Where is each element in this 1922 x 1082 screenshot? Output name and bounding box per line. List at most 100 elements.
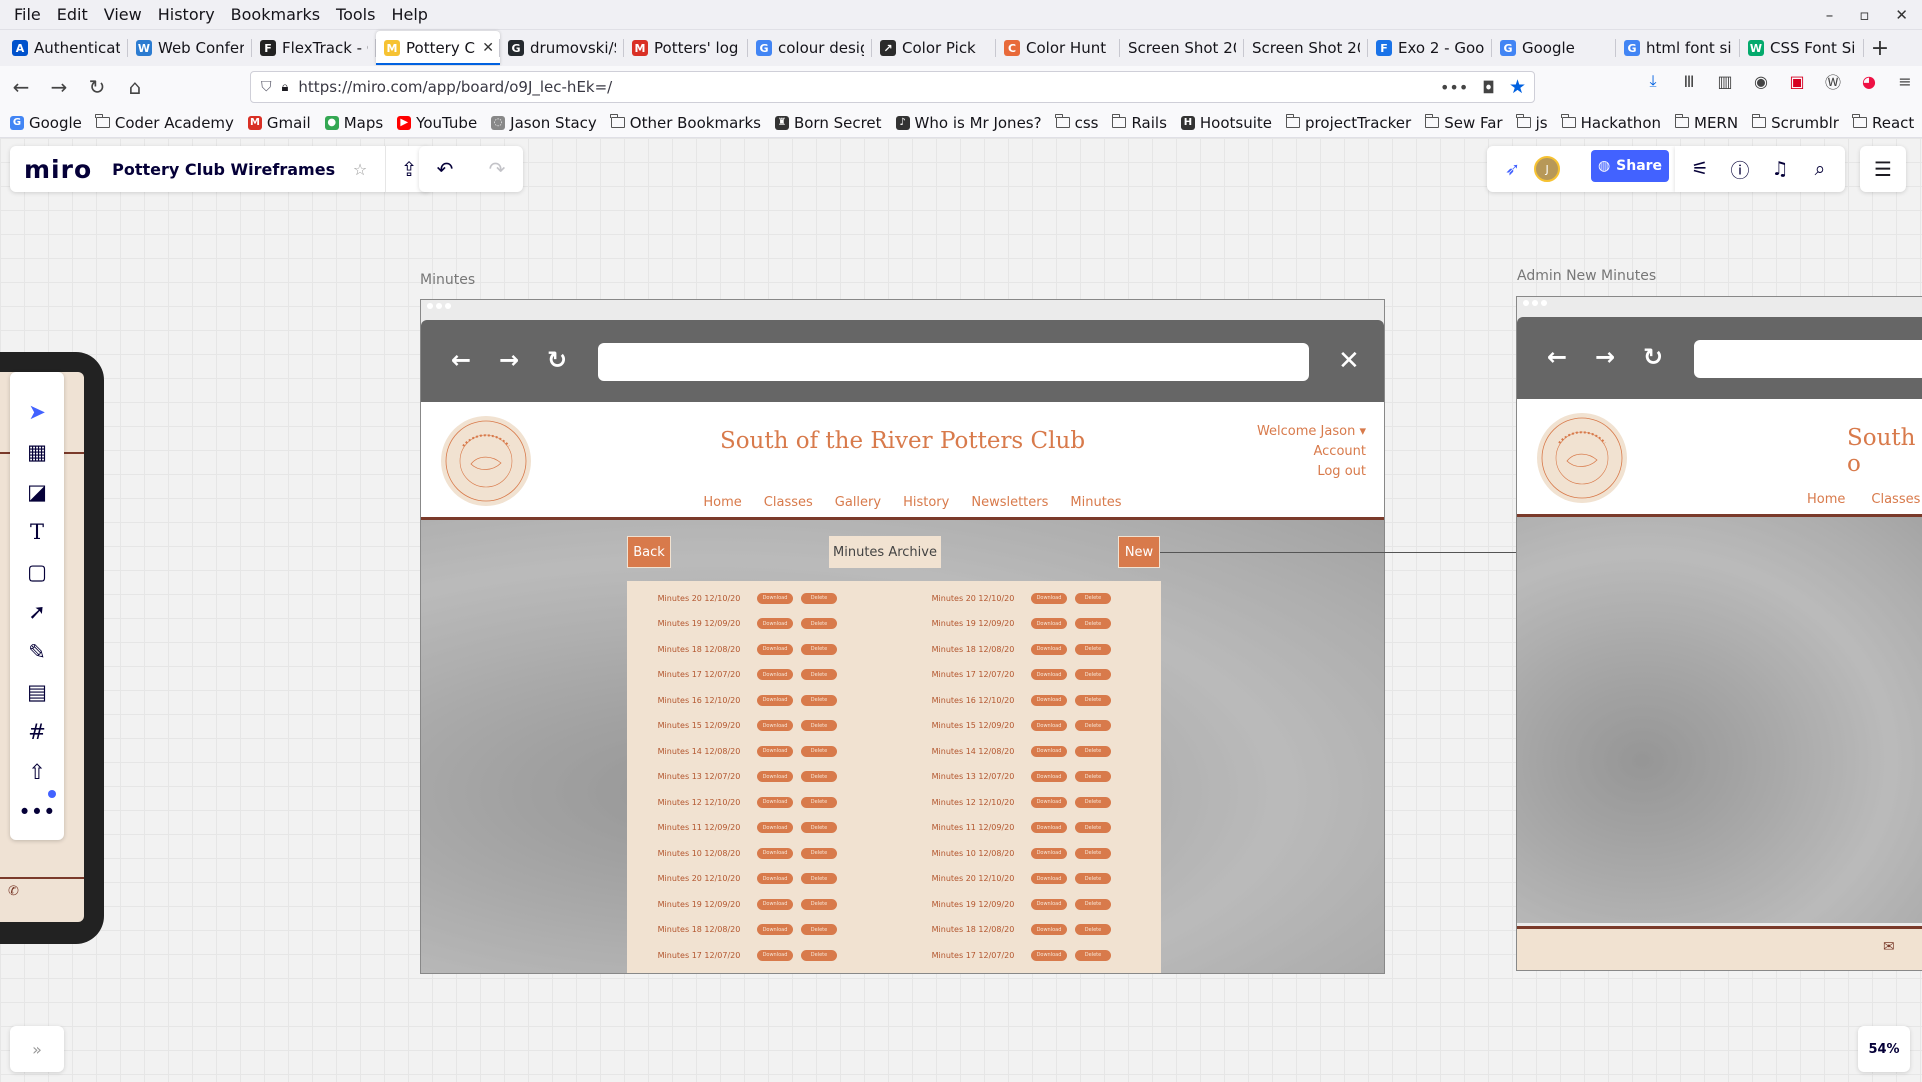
url-text[interactable]: https://miro.com/app/board/o9J_lec-hEk=/ [298, 78, 612, 96]
nav-classes[interactable]: Classes [764, 495, 813, 510]
delete-button[interactable]: Delete [801, 694, 837, 706]
bookmark-item[interactable]: React [1852, 114, 1914, 132]
download-button[interactable]: Download [757, 873, 793, 884]
bookmark-item[interactable]: js [1516, 114, 1548, 132]
browser-tab[interactable]: Gcolour desig [748, 31, 872, 65]
extension-icon[interactable]: ▣ [1786, 70, 1808, 92]
download-button[interactable]: Download [1031, 618, 1067, 629]
download-button[interactable]: Download [757, 771, 793, 782]
menu-bookmarks[interactable]: Bookmarks [223, 5, 328, 24]
arrow-icon[interactable]: ➚ [17, 592, 57, 632]
page-actions-icon[interactable]: ••• [1440, 78, 1468, 97]
delete-button[interactable]: Delete [1075, 822, 1111, 833]
pocket-icon[interactable]: ◘ [1482, 78, 1495, 97]
connector-line[interactable] [1160, 552, 1518, 553]
download-button[interactable]: Download [757, 669, 793, 680]
account-icon[interactable]: ◉ [1750, 70, 1772, 92]
bookmark-star-icon[interactable]: ★ [1509, 76, 1526, 98]
bookmark-item[interactable]: ♪ Who is Mr Jones? [895, 114, 1042, 132]
back-icon[interactable]: ← [4, 70, 38, 104]
download-button[interactable]: Download [1031, 669, 1067, 680]
shield-icon[interactable]: ⛉ [261, 79, 272, 95]
bookmark-item[interactable]: Scrumblr [1751, 114, 1839, 132]
more-tools-icon[interactable]: ••• [17, 792, 57, 832]
menu-help[interactable]: Help [383, 5, 435, 24]
delete-button[interactable]: Delete [1075, 669, 1111, 680]
star-icon[interactable]: ☆ [345, 146, 375, 192]
browser-tab[interactable]: Ghtml font siz [1616, 31, 1740, 65]
board-menu-icon[interactable]: ☰ [1860, 146, 1906, 192]
frame-icon[interactable]: # [17, 712, 57, 752]
nav-home[interactable]: Home [703, 495, 741, 510]
bookmark-item[interactable]: H Hootsuite [1180, 114, 1272, 132]
welcome-link[interactable]: Welcome Jason ▾ [1257, 422, 1366, 442]
library-icon[interactable]: Ⅲ [1678, 70, 1700, 92]
forward-icon[interactable]: → [42, 70, 76, 104]
browser-tab[interactable]: C Color Hunt [996, 31, 1120, 65]
delete-button[interactable]: Delete [1075, 771, 1111, 782]
download-button[interactable]: Download [757, 643, 793, 655]
url-bar[interactable]: ⛉ 🔒︎ https://miro.com/app/board/o9J_lec-… [250, 71, 1535, 103]
browser-tab[interactable]: ↗ Color Pick [872, 31, 996, 65]
menu-history[interactable]: History [150, 5, 223, 24]
delete-button[interactable]: Delete [801, 669, 837, 680]
download-button[interactable]: Download [1031, 771, 1067, 782]
help-icon[interactable]: ⓘ [1721, 146, 1759, 192]
download-button[interactable]: Download [1031, 898, 1067, 910]
logout-link[interactable]: Log out [1257, 462, 1366, 482]
browser-tab[interactable]: F Exo 2 - Goog [1368, 31, 1492, 65]
delete-button[interactable]: Delete [1075, 847, 1111, 859]
browser-tab[interactable]: M Pottery C ✕ [376, 31, 500, 65]
sidebar-icon[interactable]: ▥ [1714, 70, 1736, 92]
menu-edit[interactable]: Edit [49, 5, 96, 24]
close-window-button[interactable]: ✕ [1895, 6, 1908, 24]
comment-icon[interactable]: ▤ [17, 672, 57, 712]
settings-sliders-icon[interactable]: ⚟ [1681, 146, 1719, 192]
download-button[interactable]: Download [1031, 847, 1067, 859]
redo-icon[interactable]: ↷ [471, 146, 523, 192]
browser-tab[interactable]: Screen Shot 202 [1244, 31, 1368, 65]
bookmark-item[interactable]: ● Maps [324, 114, 383, 132]
upload-icon[interactable]: ⇧ [17, 752, 57, 792]
wappalyzer-icon[interactable]: Ⓦ [1822, 70, 1844, 92]
browser-tab[interactable]: Screen Shot 202 [1120, 31, 1244, 65]
color-extension-icon[interactable]: ◕ [1858, 70, 1880, 92]
new-button[interactable]: New [1118, 536, 1160, 568]
new-tab-icon[interactable]: + [1864, 36, 1896, 61]
shape-icon[interactable]: ▢ [17, 552, 57, 592]
delete-button[interactable]: Delete [801, 771, 837, 782]
avatar[interactable]: J [1534, 156, 1561, 182]
bookmark-item[interactable]: Other Bookmarks [610, 114, 761, 132]
download-button[interactable]: Download [757, 694, 793, 706]
reload-icon[interactable]: ↻ [80, 70, 114, 104]
bookmark-item[interactable]: Rails [1111, 114, 1167, 132]
browser-tab[interactable]: Gdrumovski/S [500, 31, 624, 65]
delete-button[interactable]: Delete [1075, 618, 1111, 629]
nav-newsletters[interactable]: Newsletters [971, 495, 1048, 510]
delete-button[interactable]: Delete [801, 898, 837, 910]
back-button[interactable]: Back [627, 536, 671, 568]
download-button[interactable]: Download [757, 847, 793, 859]
templates-icon[interactable]: ▦ [17, 432, 57, 472]
delete-button[interactable]: Delete [1075, 898, 1111, 910]
expand-panel-button[interactable]: » [10, 1026, 64, 1072]
maximize-button[interactable]: ▫ [1859, 6, 1869, 24]
download-button[interactable]: Download [1031, 745, 1067, 757]
pen-icon[interactable]: ✎ [17, 632, 57, 672]
download-button[interactable]: Download [1031, 720, 1067, 731]
download-button[interactable]: Download [1031, 643, 1067, 655]
delete-button[interactable]: Delete [801, 822, 837, 833]
delete-button[interactable]: Delete [801, 924, 837, 935]
delete-button[interactable]: Delete [801, 592, 837, 604]
delete-button[interactable]: Delete [1075, 694, 1111, 706]
download-button[interactable]: Download [1031, 694, 1067, 706]
delete-button[interactable]: Delete [801, 618, 837, 629]
download-button[interactable]: Download [757, 592, 793, 604]
delete-button[interactable]: Delete [801, 796, 837, 808]
delete-button[interactable]: Delete [801, 745, 837, 757]
menu-tools[interactable]: Tools [328, 5, 383, 24]
notifications-icon[interactable]: ♫ [1761, 146, 1799, 192]
search-icon[interactable]: ⌕ [1801, 146, 1839, 192]
download-button[interactable]: Download [757, 796, 793, 808]
delete-button[interactable]: Delete [801, 643, 837, 655]
